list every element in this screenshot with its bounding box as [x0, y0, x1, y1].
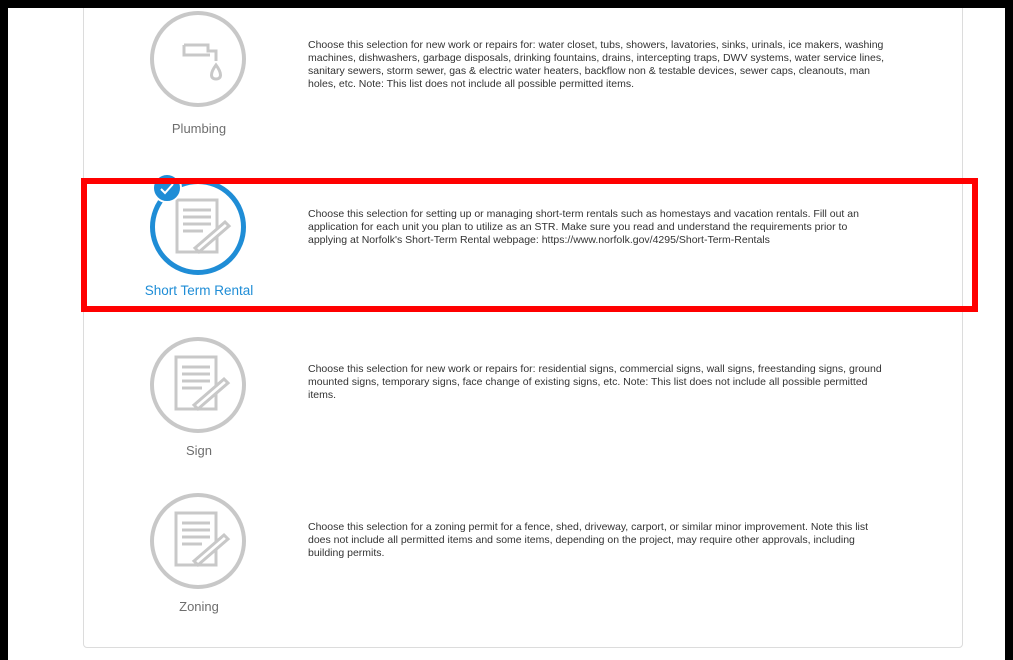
option-sign[interactable]: Sign Choose this selection for new work … — [84, 337, 964, 477]
option-label: Zoning — [179, 599, 219, 614]
document-pen-icon — [174, 355, 231, 412]
option-plumbing[interactable]: Plumbing Choose this selection for new w… — [84, 11, 964, 151]
option-label: Plumbing — [171, 121, 227, 136]
faucet-icon — [182, 43, 222, 81]
selected-check-icon — [152, 173, 182, 203]
option-description: Choose this selection for new work or re… — [308, 363, 882, 401]
option-sign-circle[interactable] — [150, 337, 246, 433]
option-description: Choose this selection for new work or re… — [308, 39, 885, 90]
option-label: Short Term Rental — [144, 283, 254, 298]
page-frame: Plumbing Choose this selection for new w… — [8, 8, 1005, 660]
document-pen-icon — [174, 511, 231, 568]
option-label: Sign — [185, 443, 213, 458]
option-short-term-rental[interactable]: Short Term Rental Choose this selection … — [84, 173, 964, 319]
option-description: Choose this selection for a zoning permi… — [308, 521, 869, 559]
option-plumbing-circle[interactable] — [150, 11, 246, 107]
option-description: Choose this selection for setting up or … — [308, 208, 859, 246]
permit-type-list: Plumbing Choose this selection for new w… — [83, 8, 963, 648]
option-zoning[interactable]: Zoning Choose this selection for a zonin… — [84, 493, 964, 633]
option-zoning-circle[interactable] — [150, 493, 246, 589]
